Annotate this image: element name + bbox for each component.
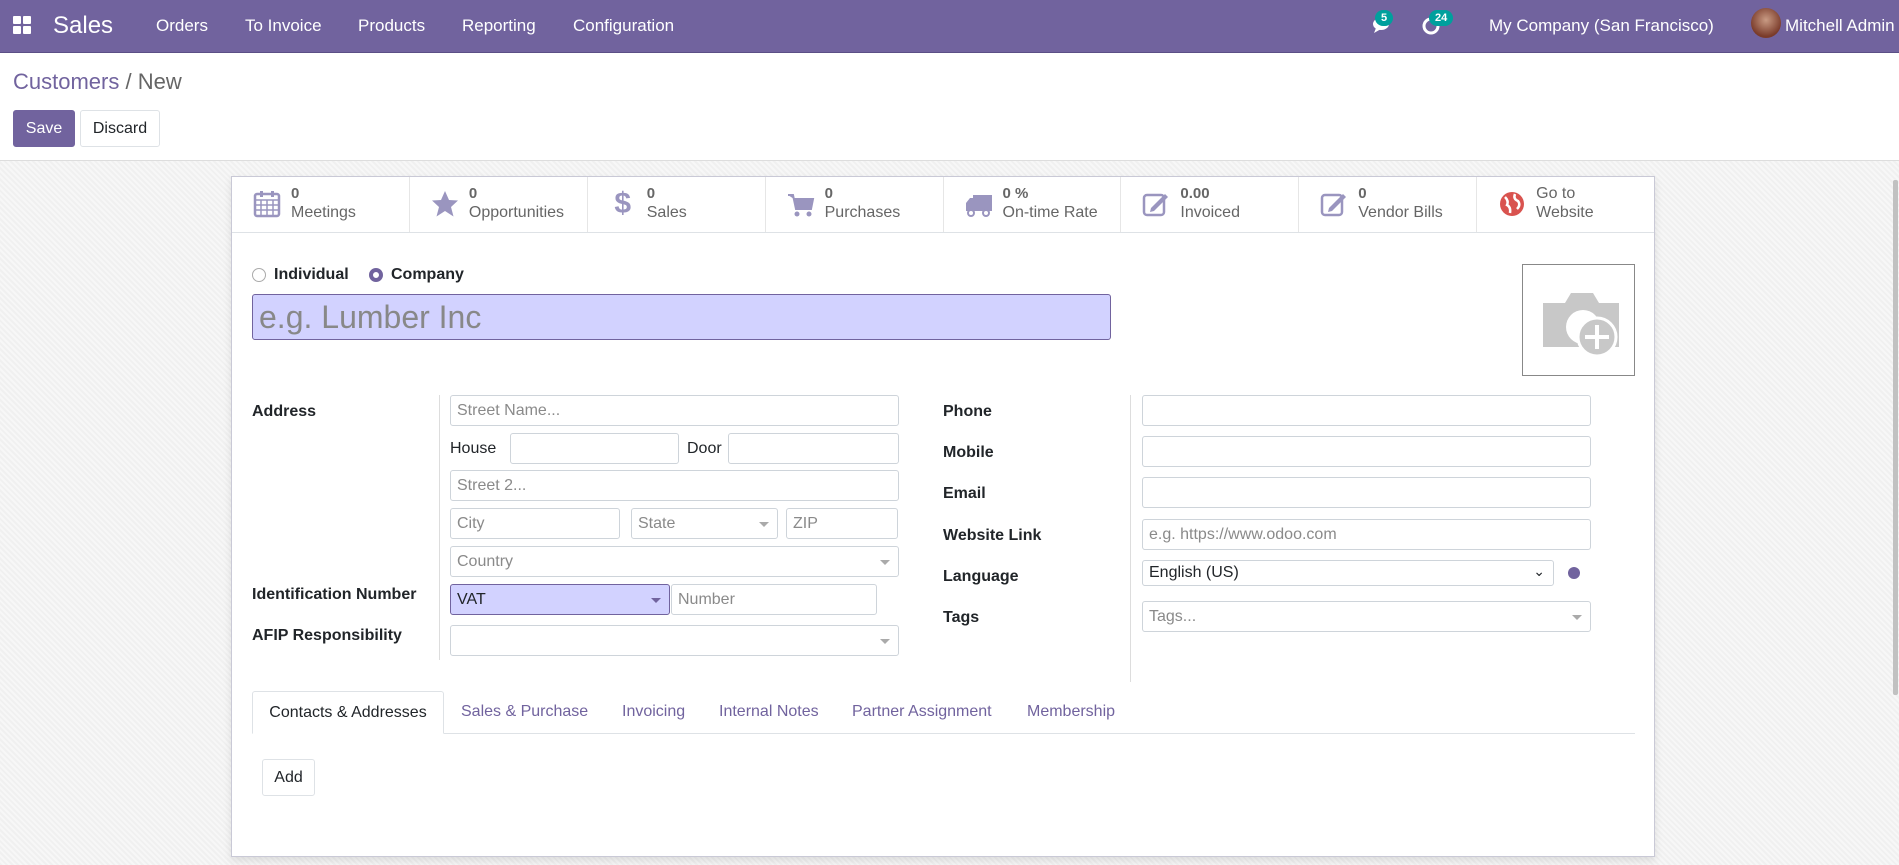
tab-invoicing[interactable]: Invoicing (622, 691, 685, 733)
globe-icon[interactable] (1568, 567, 1580, 579)
mobile-input[interactable] (1142, 436, 1591, 467)
afip-responsibility-select[interactable] (450, 625, 899, 656)
scrollbar[interactable] (1893, 180, 1898, 695)
chevron-down-icon (759, 521, 769, 527)
phone-input[interactable] (1142, 395, 1591, 426)
menu-to-invoice[interactable]: To Invoice (245, 0, 322, 52)
smart-button-box: 0 Meetings 0 Opportunities $ 0 Sales 0 Purch… (232, 177, 1654, 233)
breadcrumb-customers[interactable]: Customers (13, 69, 119, 94)
email-label: Email (943, 485, 986, 502)
tab-membership[interactable]: Membership (1027, 691, 1115, 733)
menu-reporting[interactable]: Reporting (462, 0, 536, 52)
tab-contacts-addresses[interactable]: Contacts & Addresses (252, 691, 444, 734)
invoiced-button[interactable]: 0.00 Invoiced (1121, 177, 1300, 232)
chevron-down-icon (1572, 614, 1582, 620)
menu-products[interactable]: Products (358, 0, 425, 52)
sales-button[interactable]: $ 0 Sales (588, 177, 766, 232)
company-radio[interactable] (369, 268, 383, 282)
door-label: Door (687, 440, 722, 457)
messages-badge: 5 (1375, 10, 1394, 26)
company-switcher[interactable]: My Company (San Francisco) (1489, 0, 1714, 52)
globe-icon (1497, 189, 1527, 219)
house-input[interactable] (510, 433, 679, 464)
breadcrumb-separator: / (125, 69, 132, 94)
opportunities-button[interactable]: 0 Opportunities (410, 177, 588, 232)
top-navbar: Sales Orders To Invoice Products Reporti… (0, 0, 1899, 53)
email-input[interactable] (1142, 477, 1591, 508)
zip-input[interactable]: ZIP (786, 508, 898, 539)
street2-input[interactable]: Street 2... (450, 470, 899, 501)
avatar-upload[interactable] (1522, 264, 1635, 376)
tab-sales-purchase[interactable]: Sales & Purchase (461, 691, 588, 733)
tab-partner-assignment[interactable]: Partner Assignment (852, 691, 992, 733)
mobile-label: Mobile (943, 444, 994, 461)
user-avatar[interactable] (1751, 8, 1781, 38)
vendor-bills-button[interactable]: 0 Vendor Bills (1299, 177, 1478, 232)
menu-configuration[interactable]: Configuration (573, 0, 674, 52)
breadcrumb-current: New (137, 69, 182, 94)
website-label: Website Link (943, 527, 1042, 544)
dollar-icon: $ (614, 187, 632, 220)
id-number-input[interactable]: Number (671, 584, 877, 615)
language-select[interactable]: English (US) ⌄ (1142, 560, 1554, 586)
tags-label: Tags (943, 609, 980, 626)
state-select[interactable]: State (631, 508, 778, 539)
website-input[interactable]: e.g. https://www.odoo.com (1142, 519, 1591, 550)
meetings-button[interactable]: 0 Meetings (232, 177, 410, 232)
individual-radio[interactable] (252, 268, 266, 282)
chevron-down-icon (880, 559, 890, 565)
truck-icon (964, 189, 994, 219)
go-to-website-button[interactable]: Go to Website (1477, 177, 1654, 232)
discard-button[interactable]: Discard (80, 110, 160, 147)
identification-number-label: Identification Number (252, 586, 417, 603)
door-input[interactable] (728, 433, 899, 464)
group-divider (1130, 395, 1131, 682)
house-label: House (450, 440, 497, 457)
company-label[interactable]: Company (391, 266, 464, 284)
form-sheet: 0 Meetings 0 Opportunities $ 0 Sales 0 Purch… (231, 176, 1655, 857)
tab-internal-notes[interactable]: Internal Notes (719, 691, 819, 733)
add-contact-button[interactable]: Add (262, 759, 315, 796)
country-select[interactable]: Country (450, 546, 899, 577)
company-name-input[interactable]: e.g. Lumber Inc (252, 294, 1111, 340)
activities-badge: 24 (1429, 10, 1454, 26)
save-button[interactable]: Save (13, 110, 75, 147)
id-type-select[interactable]: VAT (450, 584, 670, 615)
purchases-button[interactable]: 0 Purchases (766, 177, 944, 232)
city-input[interactable]: City (450, 508, 620, 539)
apps-menu-icon[interactable] (13, 16, 31, 34)
afip-responsibility-label: AFIP Responsibility (252, 627, 402, 644)
control-panel: Customers / New Save Discard (0, 53, 1899, 161)
edit-icon (1319, 189, 1349, 219)
tags-input[interactable]: Tags... (1142, 601, 1591, 632)
address-label: Address (252, 403, 317, 420)
group-divider (439, 395, 440, 550)
edit-icon (1141, 189, 1171, 219)
chevron-down-icon (880, 638, 890, 644)
phone-label: Phone (943, 403, 992, 420)
on-time-rate-button[interactable]: 0 % On-time Rate (944, 177, 1122, 232)
breadcrumb: Customers / New (13, 69, 182, 95)
individual-label[interactable]: Individual (274, 266, 349, 284)
camera-plus-icon (1535, 285, 1625, 362)
chevron-down-icon: ⌄ (1533, 563, 1545, 579)
group-divider (439, 550, 440, 660)
app-title[interactable]: Sales (53, 0, 113, 52)
user-menu[interactable]: Mitchell Admin (1785, 0, 1895, 52)
calendar-icon (252, 189, 282, 219)
menu-orders[interactable]: Orders (156, 0, 208, 52)
star-icon (430, 189, 460, 219)
street-input[interactable]: Street Name... (450, 395, 899, 426)
chevron-down-icon (651, 597, 661, 603)
cart-icon (786, 189, 816, 219)
tabs-bottom-border (252, 733, 1635, 734)
language-label: Language (943, 568, 1019, 585)
